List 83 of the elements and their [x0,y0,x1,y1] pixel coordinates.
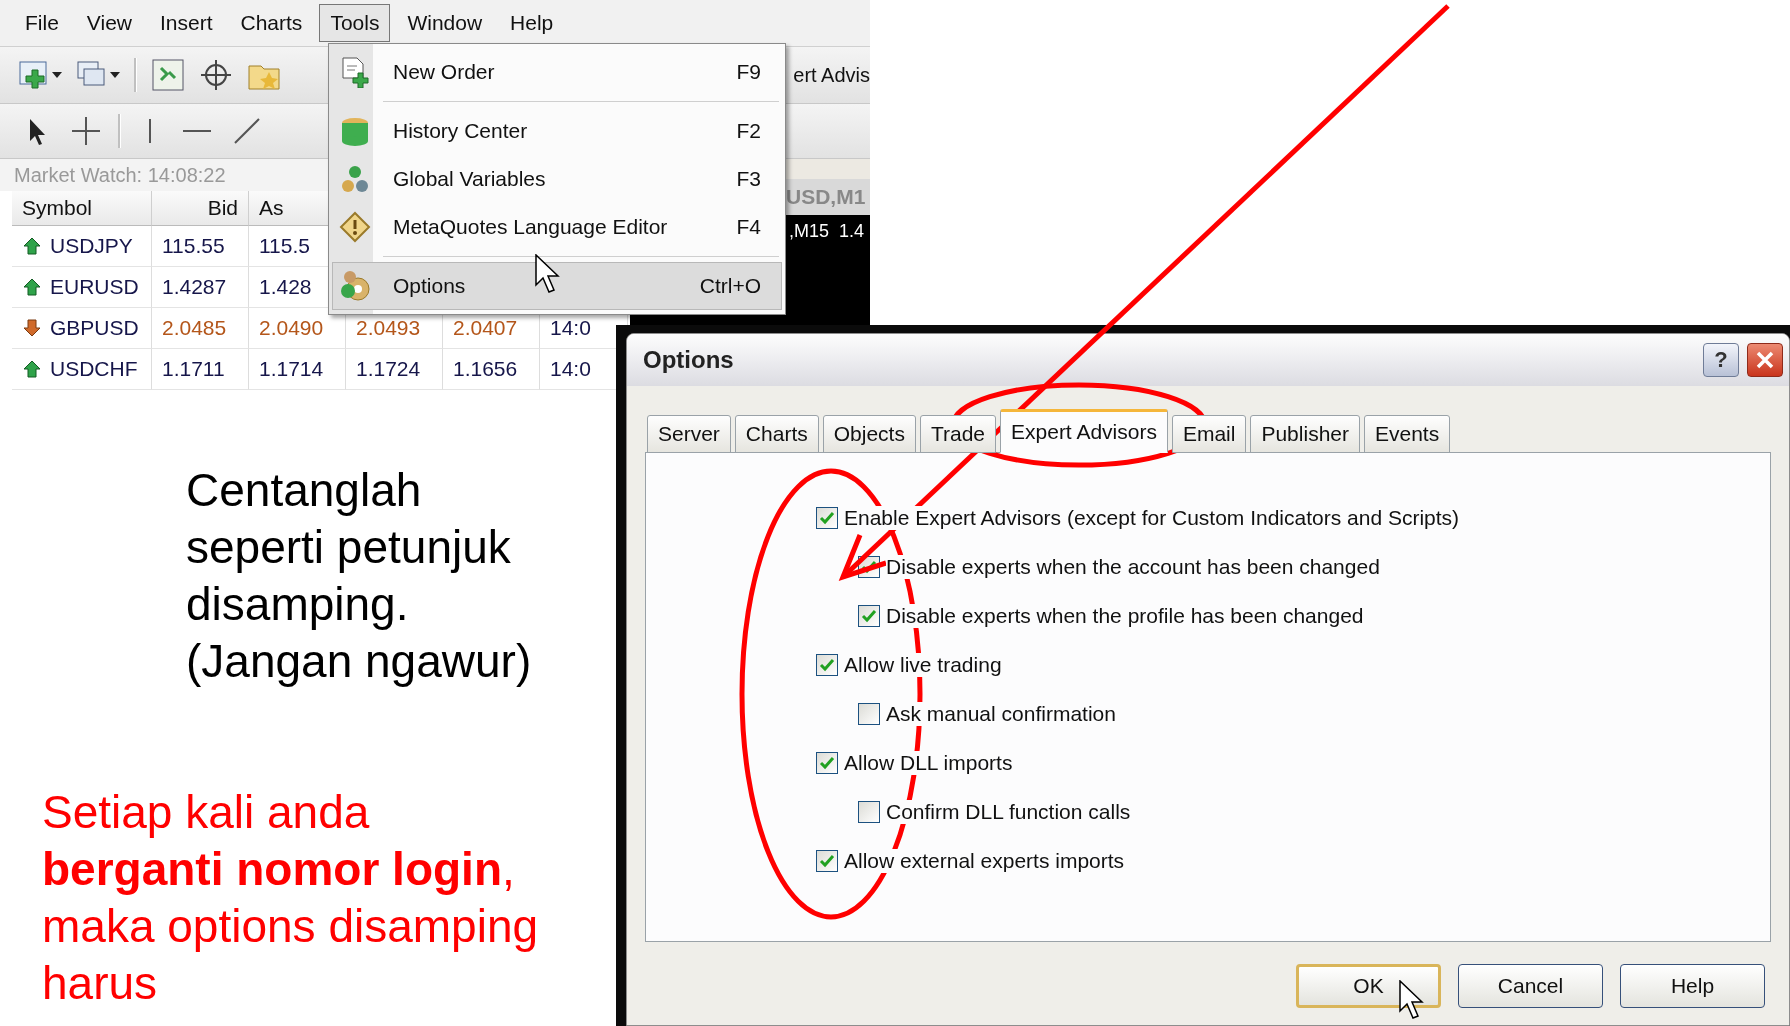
checkbox[interactable] [858,702,880,725]
menu-entry[interactable]: History Center F2 [332,107,782,155]
checkmark-icon [819,852,835,869]
tab[interactable]: Email [1171,415,1247,453]
table-cell: 1.1711 [152,349,249,390]
chart-label: ,M15 [789,221,830,243]
warning-text: Setiap kali anda berganti nomor login, maka options disamping harus [42,785,540,1011]
gear-icon [338,269,372,303]
window-title: Options [643,346,735,374]
tab[interactable]: Charts [734,415,819,453]
symbol-text: USDJPY [50,234,133,258]
menu-entry-label: MetaQuotes Language Editor [393,215,669,239]
checkmark-icon [861,558,877,575]
menu-item[interactable]: Window [396,4,494,42]
menu-entry[interactable]: Options Ctrl+O [332,262,782,310]
shortcut-label: F4 [736,215,761,239]
checkbox-label: Allow external experts imports [844,848,1125,873]
checkbox[interactable] [816,751,838,774]
checkbox-label: Allow DLL imports [844,750,1013,775]
checkbox[interactable] [858,604,880,627]
checkbox[interactable] [816,653,838,676]
symbol-text: GBPUSD [50,316,139,340]
menu-entry-label: Options [393,274,467,298]
exclamation-diamond-icon [339,211,371,243]
checkmark-icon [861,607,877,624]
column-header[interactable]: Symbol [12,191,152,226]
dialog-button[interactable]: OK [1296,964,1441,1008]
help-button[interactable]: ? [1703,343,1739,377]
table-cell: 1.1724 [346,349,443,390]
menu-item[interactable]: Insert [149,4,224,42]
crosshair-icon[interactable] [199,58,233,92]
menu-item[interactable]: Help [499,4,565,42]
checkbox[interactable] [816,506,838,529]
close-button[interactable] [1747,343,1783,377]
tab[interactable]: Events [1364,415,1451,453]
checkbox-label: Ask manual confirmation [886,701,1116,726]
dialog-button[interactable]: Help [1620,964,1765,1008]
table-cell: 1.1714 [249,349,346,390]
toolbar-label: ert Advis [793,63,870,87]
table-cell: 1.4287 [152,267,249,308]
tab[interactable]: Publisher [1250,415,1360,453]
checkbox-label: Enable Expert Advisors (except for Custom Indicators and Scripts) [844,505,1460,530]
checkbox-label: Disable experts when the account has been changed [886,554,1380,579]
checkmark-icon [819,509,835,526]
dialog-button[interactable]: Cancel [1458,964,1603,1008]
menu-entry-label: Global Variables [393,167,547,191]
menu-item[interactable]: View [75,4,143,42]
mouse-pointer-icon [1399,980,1425,1020]
document-plus-icon [340,56,370,88]
symbol-text: EURUSD [50,275,139,299]
table-cell: 1.1656 [443,349,540,390]
table-cell: 115.55 [152,226,249,267]
shortcut-label: F2 [736,119,761,143]
checkmark-icon [819,656,835,673]
mouse-pointer-icon [535,254,561,294]
close-icon [1755,350,1775,370]
circles-icon [340,164,370,194]
window-toggle-icon[interactable] [151,58,185,92]
menu-item[interactable]: Tools [319,4,391,42]
checkbox[interactable] [816,849,838,872]
checkbox-label: Allow live trading [844,652,1002,677]
shortcut-label: F9 [736,60,761,84]
column-header[interactable]: Bid [152,191,249,226]
table-cell: 2.0485 [152,308,249,349]
shortcut-label: Ctrl+O [699,274,761,298]
symbol-text: USDCHF [50,357,138,381]
menu-item[interactable]: Charts [229,4,314,42]
menu-item[interactable]: File [14,4,70,42]
menu-entry-label: New Order [393,60,496,84]
checkmark-icon [819,754,835,771]
checkbox-label: Disable experts when the profile has been changed [886,603,1364,628]
instruction-text: Centanglah seperti petunjuk disamping. (Jangan ngawur) [186,463,533,689]
tab[interactable]: Server [647,415,731,453]
checkbox[interactable] [858,800,880,823]
menu-entry-label: History Center [393,119,529,143]
tab[interactable]: Trade [919,415,996,453]
tab[interactable]: Objects [822,415,916,453]
checkbox-label: Confirm DLL function calls [886,799,1131,824]
menu-entry[interactable]: New Order F9 [332,48,782,96]
chart-label: 1.4 [839,221,865,243]
tab[interactable]: Expert Advisors [1000,409,1168,453]
chart-plus-icon[interactable] [18,58,62,92]
database-icon [339,115,371,147]
